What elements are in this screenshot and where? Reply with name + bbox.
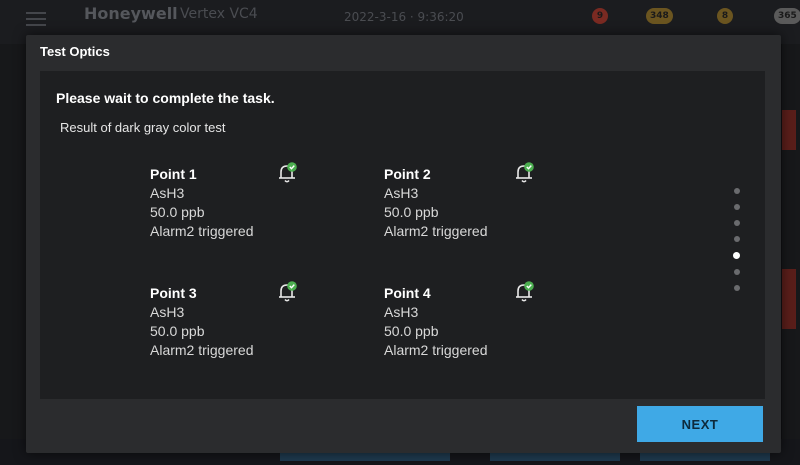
bell-check-icon [279, 162, 297, 183]
bell-check-icon [516, 281, 534, 302]
page-dot[interactable] [734, 236, 740, 242]
datetime: 2022-3-16 · 9:36:20 [344, 10, 464, 24]
point-status: Alarm2 triggered [384, 223, 488, 239]
dialog-title: Test Optics [40, 44, 110, 59]
bell-check-icon [516, 162, 534, 183]
test-optics-dialog: Test Optics Please wait to complete the … [26, 35, 781, 453]
menu-icon [26, 12, 46, 26]
point-gas: AsH3 [150, 185, 185, 201]
maintenance-count-badge: 8 [717, 8, 733, 24]
point-reading: 50.0 ppb [384, 204, 439, 220]
product-name: Vertex VC4 [180, 6, 258, 22]
test-result-subtitle: Result of dark gray color test [60, 120, 226, 135]
point-status: Alarm2 triggered [384, 342, 488, 358]
instruction-text: Please wait to complete the task. [56, 90, 275, 106]
point-gas: AsH3 [384, 185, 419, 201]
pagination-dots[interactable] [733, 188, 741, 301]
point-reading: 50.0 ppb [150, 204, 205, 220]
page-dot[interactable] [734, 269, 740, 275]
alarm-count-badge: 9 [592, 8, 608, 24]
point-reading: 50.0 ppb [384, 323, 439, 339]
page-dot-active[interactable] [733, 252, 740, 259]
dialog-content: Please wait to complete the task. Result… [40, 71, 765, 399]
page-dot[interactable] [734, 204, 740, 210]
page-dot[interactable] [734, 188, 740, 194]
brand-logo: Honeywell [84, 4, 178, 23]
point-reading: 50.0 ppb [150, 323, 205, 339]
point-status: Alarm2 triggered [150, 223, 254, 239]
fault-count-badge: 348 [646, 8, 673, 24]
page-dot[interactable] [734, 285, 740, 291]
background-sidebar [0, 44, 26, 465]
background-right-panel [782, 44, 800, 465]
point-gas: AsH3 [384, 304, 419, 320]
bell-check-icon [279, 281, 297, 302]
page-dot[interactable] [734, 220, 740, 226]
point-gas: AsH3 [150, 304, 185, 320]
next-button[interactable]: NEXT [637, 406, 763, 442]
point-status: Alarm2 triggered [150, 342, 254, 358]
list-count-badge: 365 [774, 8, 800, 24]
